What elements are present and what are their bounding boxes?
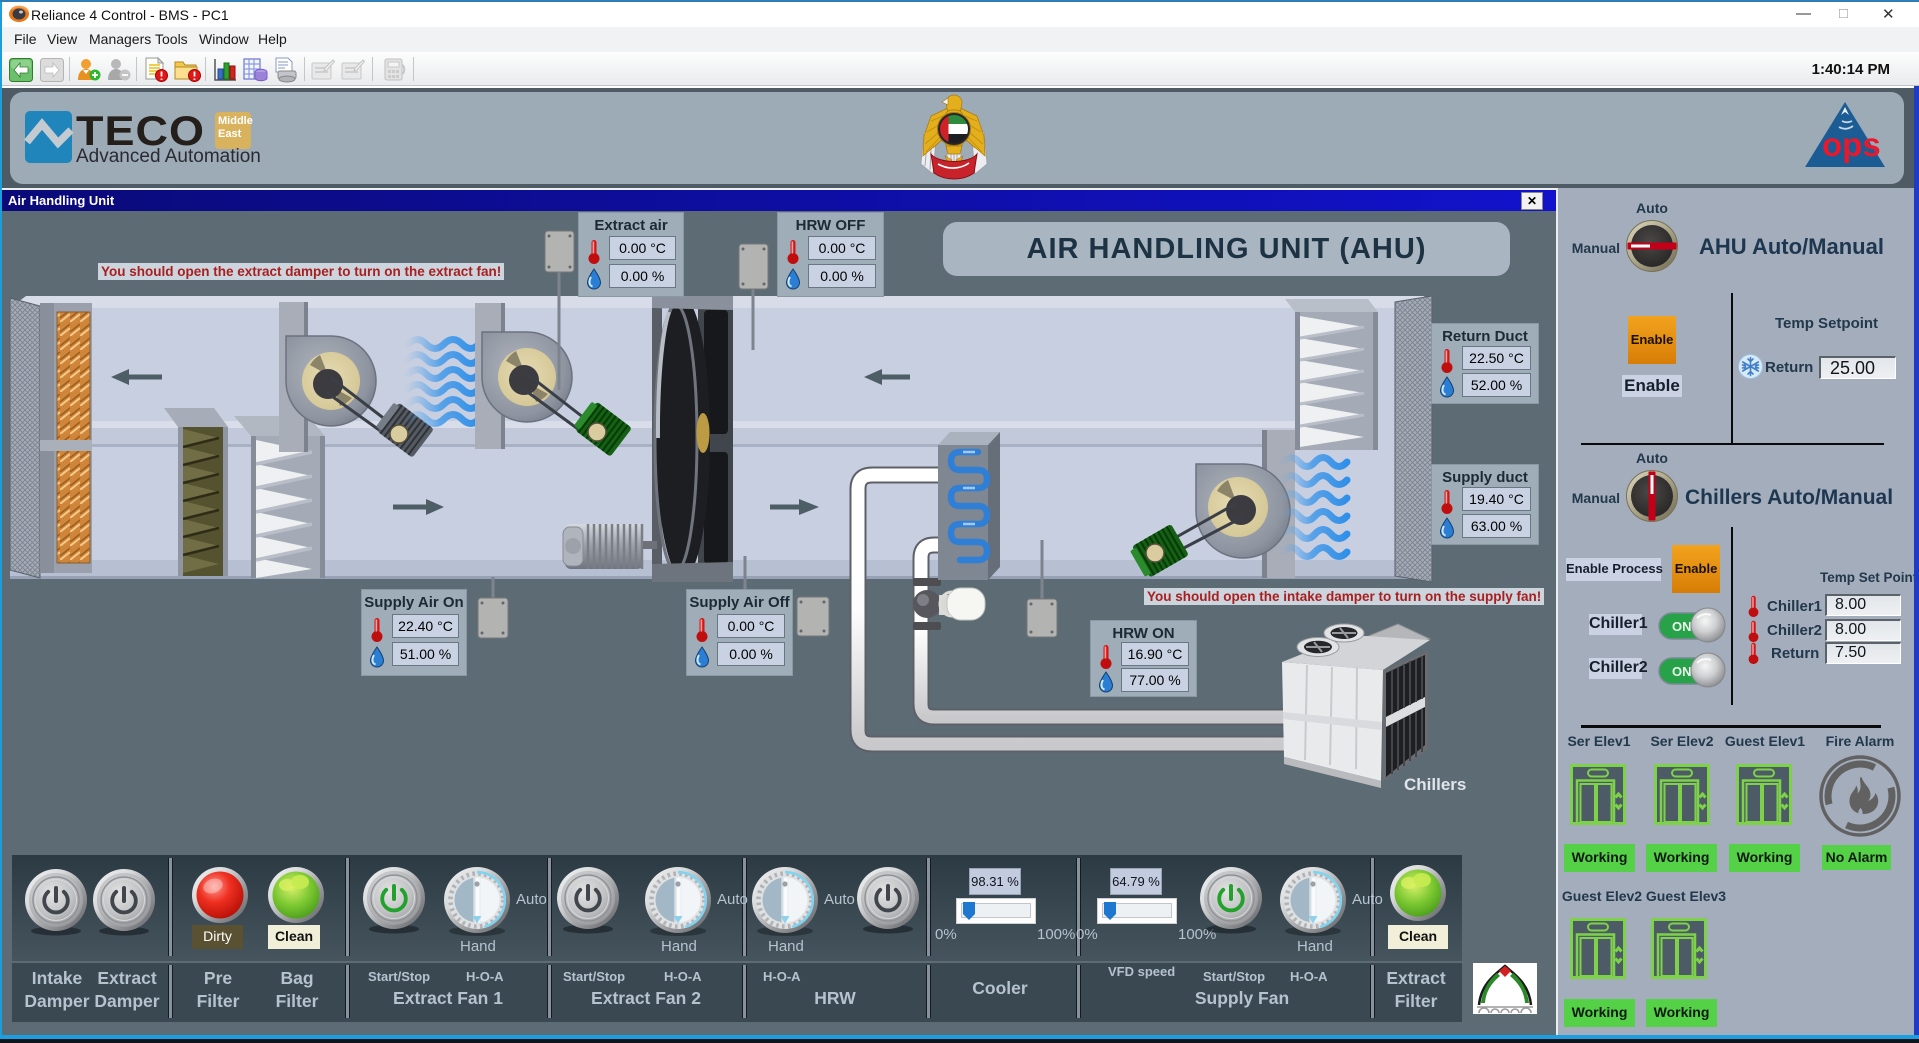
svg-text:ON: ON bbox=[1672, 619, 1692, 634]
svg-text:ON: ON bbox=[1672, 664, 1692, 679]
